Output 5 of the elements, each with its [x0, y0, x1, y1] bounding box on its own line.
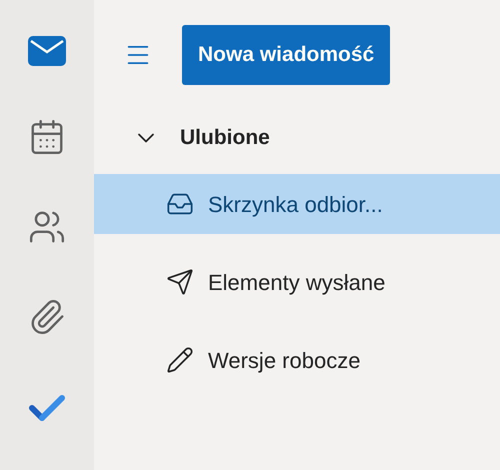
folder-item[interactable]: Skrzynka odbior...	[94, 174, 500, 234]
favorites-header[interactable]: Ulubione	[94, 110, 500, 166]
folder-item[interactable]: Elementy wysłane	[94, 252, 500, 312]
folder-item[interactable]: Wersje robocze	[94, 330, 500, 390]
new-message-button[interactable]: Nowa wiadomość	[182, 25, 390, 85]
